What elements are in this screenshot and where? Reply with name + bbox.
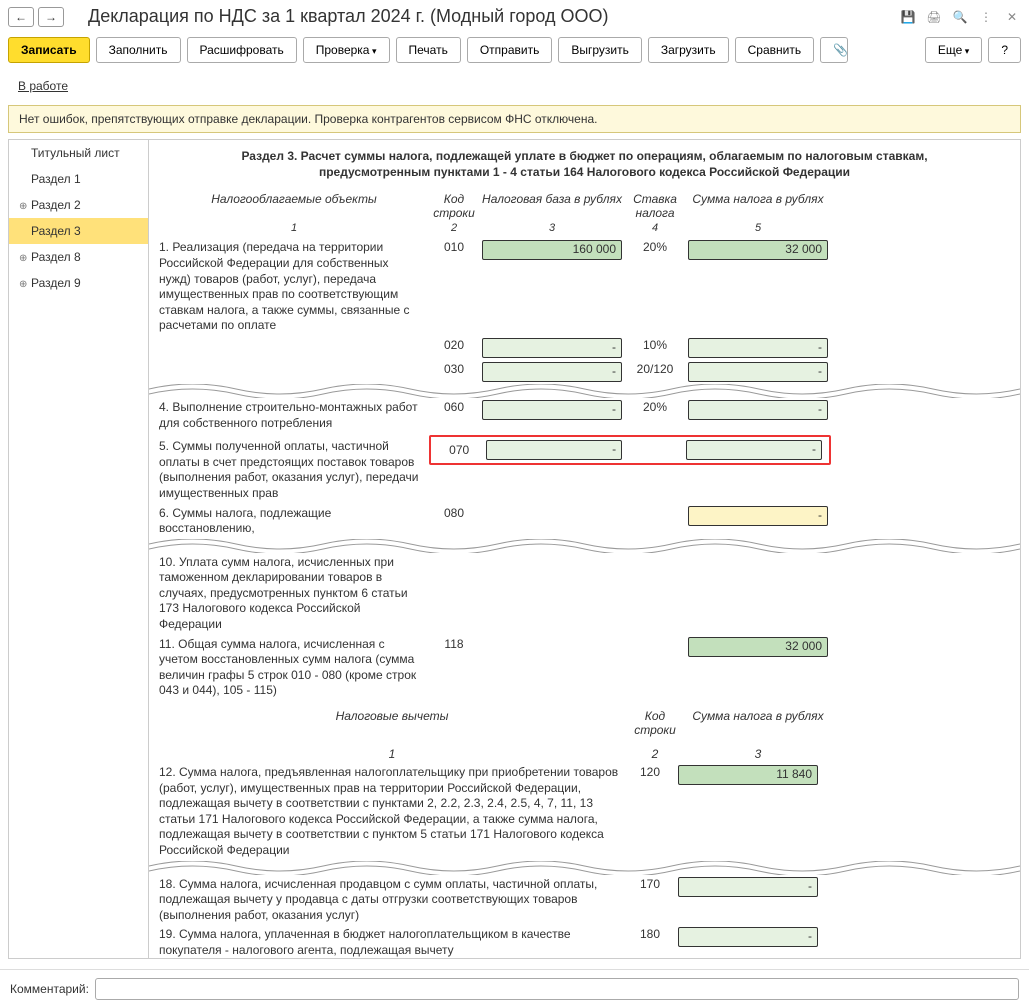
cell-sum[interactable]: - xyxy=(688,338,828,358)
unload-button[interactable]: Выгрузить xyxy=(558,37,642,63)
more-button[interactable]: Еще xyxy=(925,37,982,63)
cell-070-sum[interactable]: - xyxy=(686,440,822,460)
section-nav: Титульный лист Раздел 1 ⊕Раздел 2 Раздел… xyxy=(9,140,149,958)
table-row: 030-20/120- xyxy=(159,360,1010,384)
tear-2 xyxy=(149,539,1020,553)
compare-button[interactable]: Сравнить xyxy=(735,37,814,63)
print-icon[interactable]: 🖨 xyxy=(925,8,943,26)
table-row: 19. Сумма налога, уплаченная в бюджет на… xyxy=(159,925,1010,958)
table-row: 11. Общая сумма налога, исчисленная с уч… xyxy=(159,635,1010,701)
forward-button[interactable]: → xyxy=(38,7,64,27)
content-scroll[interactable]: Раздел 3. Расчет суммы налога, подлежаще… xyxy=(149,140,1020,958)
table-row: 4. Выполнение строительно-монтажных рабо… xyxy=(159,398,1010,433)
table-row: 12. Сумма налога, предъявленная налогопл… xyxy=(159,763,1010,861)
section-title: Раздел 3. Расчет суммы налога, подлежаще… xyxy=(159,144,1010,184)
table-row: 1. Реализация (передача на территории Ро… xyxy=(159,238,1010,336)
comment-input[interactable] xyxy=(95,978,1019,1000)
attach-button[interactable]: 📎 xyxy=(820,37,848,63)
cell-sum[interactable]: - xyxy=(688,506,828,526)
back-button[interactable]: ← xyxy=(8,7,34,27)
fill-button[interactable]: Заполнить xyxy=(96,37,181,63)
status-link[interactable]: В работе xyxy=(0,73,86,99)
column-numbers: 1 2 3 4 5 xyxy=(159,222,1010,238)
cell-base[interactable]: - xyxy=(482,400,622,420)
cell-070-base[interactable]: - xyxy=(486,440,622,460)
tear-1 xyxy=(149,384,1020,398)
nav-item-section3[interactable]: Раздел 3 xyxy=(9,218,148,244)
preview-icon[interactable]: 🔍 xyxy=(951,8,969,26)
cell-sum[interactable]: - xyxy=(678,927,818,947)
close-icon[interactable]: ✕ xyxy=(1003,8,1021,26)
cell-sum[interactable]: 32 000 xyxy=(688,637,828,657)
sub-header: Налоговые вычеты Код строки Сумма налога… xyxy=(159,701,1010,739)
check-button[interactable]: Проверка xyxy=(303,37,390,63)
save-icon[interactable]: 💾 xyxy=(899,8,917,26)
table-row: 020-10%- xyxy=(159,336,1010,360)
comment-label: Комментарий: xyxy=(10,982,89,996)
nav-item-section1[interactable]: Раздел 1 xyxy=(9,166,148,192)
column-headers: Налогооблагаемые объекты Код строки Нало… xyxy=(159,190,1010,222)
cell-base[interactable]: - xyxy=(482,338,622,358)
cell-sum[interactable]: 11 840 xyxy=(678,765,818,785)
nav-item-title[interactable]: Титульный лист xyxy=(9,140,148,166)
cell-base[interactable]: 160 000 xyxy=(482,240,622,260)
table-row: 18. Сумма налога, исчисленная продавцом … xyxy=(159,875,1010,926)
cell-sum[interactable]: 32 000 xyxy=(688,240,828,260)
decrypt-button[interactable]: Расшифровать xyxy=(187,37,297,63)
help-button[interactable]: ? xyxy=(988,37,1021,63)
cell-sum[interactable]: - xyxy=(688,362,828,382)
nav-item-section2[interactable]: ⊕Раздел 2 xyxy=(9,192,148,218)
nav-item-section9[interactable]: ⊕Раздел 9 xyxy=(9,270,148,296)
info-bar: Нет ошибок, препятствующих отправке декл… xyxy=(8,105,1021,133)
sub-header-nums: 1 2 3 xyxy=(159,739,1010,763)
tear-3 xyxy=(149,861,1020,875)
print-button[interactable]: Печать xyxy=(396,37,461,63)
cell-base[interactable]: - xyxy=(482,362,622,382)
window-title: Декларация по НДС за 1 квартал 2024 г. (… xyxy=(88,6,895,27)
cell-sum[interactable]: - xyxy=(688,400,828,420)
row-070-highlight: 5. Суммы полученной оплаты, частичной оп… xyxy=(159,433,1010,503)
send-button[interactable]: Отправить xyxy=(467,37,553,63)
nav-item-section8[interactable]: ⊕Раздел 8 xyxy=(9,244,148,270)
save-button[interactable]: Записать xyxy=(8,37,90,63)
cell-sum[interactable]: - xyxy=(678,877,818,897)
table-row: 10. Уплата сумм налога, исчисленных при … xyxy=(159,553,1010,635)
load-button[interactable]: Загрузить xyxy=(648,37,729,63)
kebab-icon[interactable]: ⋮ xyxy=(977,8,995,26)
table-row: 6. Суммы налога, подлежащие восстановлен… xyxy=(159,504,1010,539)
